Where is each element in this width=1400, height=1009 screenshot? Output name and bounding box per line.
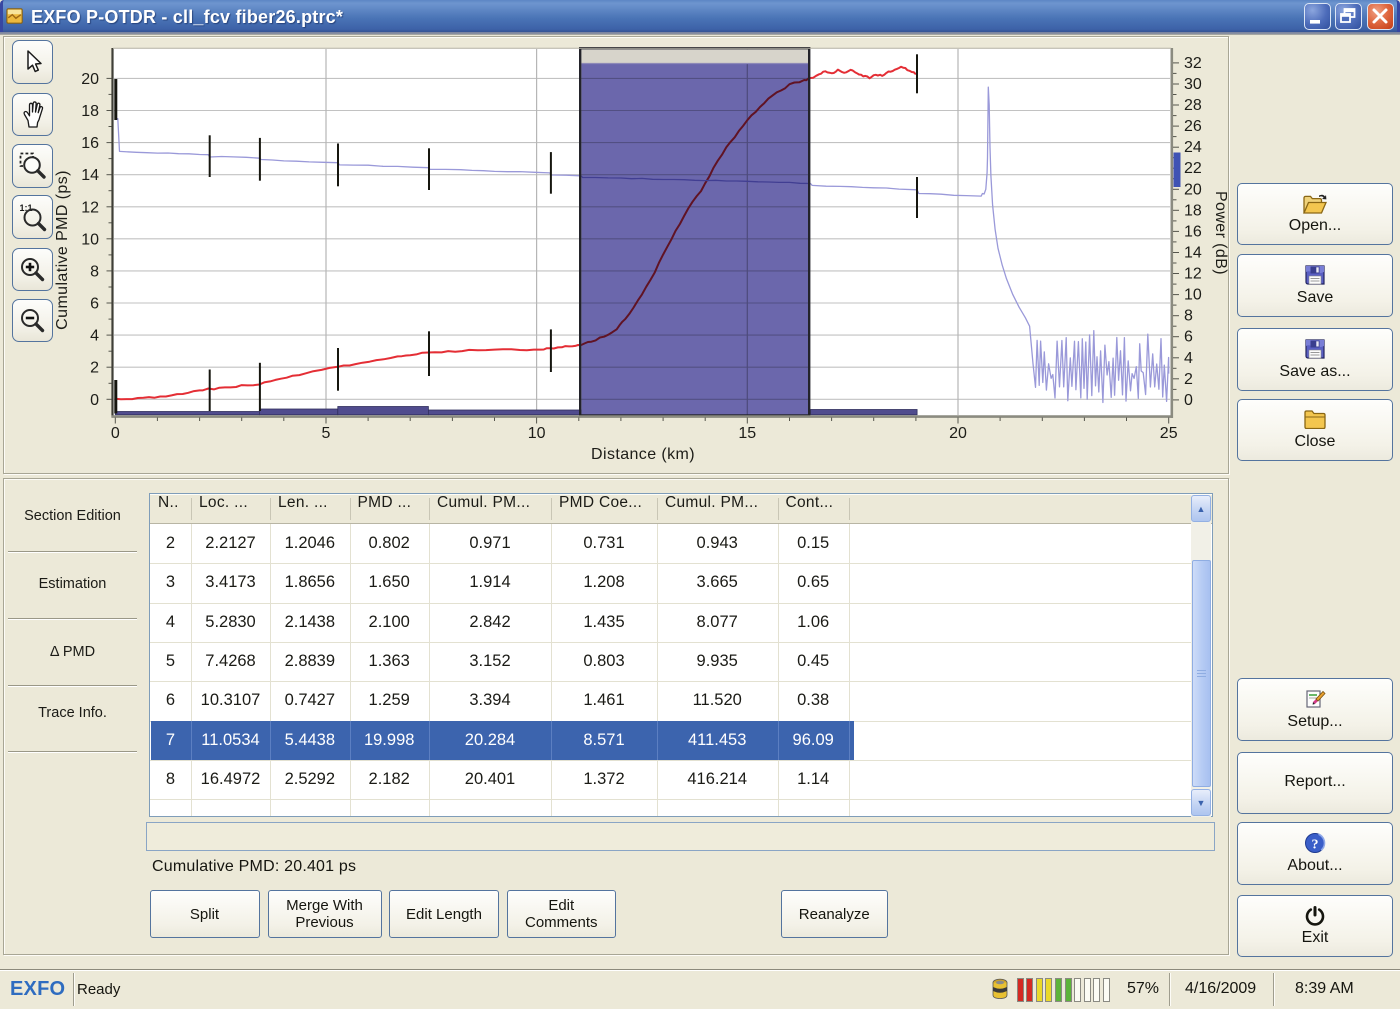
svg-text:4: 4 xyxy=(90,328,99,345)
svg-text:10: 10 xyxy=(528,425,546,442)
svg-text:30: 30 xyxy=(1184,76,1202,93)
svg-text:0: 0 xyxy=(111,425,120,442)
svg-text:0: 0 xyxy=(90,392,99,409)
svg-text:4: 4 xyxy=(1184,350,1193,367)
svg-text:14: 14 xyxy=(81,167,99,184)
svg-text:6: 6 xyxy=(90,296,99,313)
svg-text:12: 12 xyxy=(81,199,99,216)
svg-text:8: 8 xyxy=(1184,308,1193,325)
svg-text:20: 20 xyxy=(1184,181,1202,198)
svg-text:2: 2 xyxy=(90,360,99,377)
svg-text:24: 24 xyxy=(1184,139,1202,156)
svg-text:28: 28 xyxy=(1184,97,1202,114)
svg-text:2: 2 xyxy=(1184,371,1193,388)
svg-text:18: 18 xyxy=(81,103,99,120)
svg-text:6: 6 xyxy=(1184,329,1193,346)
svg-text:26: 26 xyxy=(1184,118,1202,135)
svg-text:32: 32 xyxy=(1184,55,1202,72)
svg-text:18: 18 xyxy=(1184,202,1202,219)
svg-text:0: 0 xyxy=(1184,392,1193,409)
svg-text:14: 14 xyxy=(1184,245,1202,262)
svg-text:5: 5 xyxy=(322,425,331,442)
svg-text:20: 20 xyxy=(949,425,967,442)
svg-text:Cumulative PMD (ps): Cumulative PMD (ps) xyxy=(54,170,71,330)
svg-text:22: 22 xyxy=(1184,160,1202,177)
svg-text:15: 15 xyxy=(738,425,756,442)
svg-text:Power (dB): Power (dB) xyxy=(1212,191,1229,275)
svg-text:Distance (km): Distance (km) xyxy=(591,446,695,463)
svg-text:20: 20 xyxy=(81,71,99,88)
svg-text:25: 25 xyxy=(1160,425,1178,442)
svg-text:?: ? xyxy=(1312,837,1319,852)
svg-text:10: 10 xyxy=(81,231,99,248)
svg-text:16: 16 xyxy=(1184,223,1202,240)
svg-text:8: 8 xyxy=(90,263,99,280)
svg-text:16: 16 xyxy=(81,135,99,152)
svg-text:10: 10 xyxy=(1184,287,1202,304)
svg-text:12: 12 xyxy=(1184,266,1202,283)
